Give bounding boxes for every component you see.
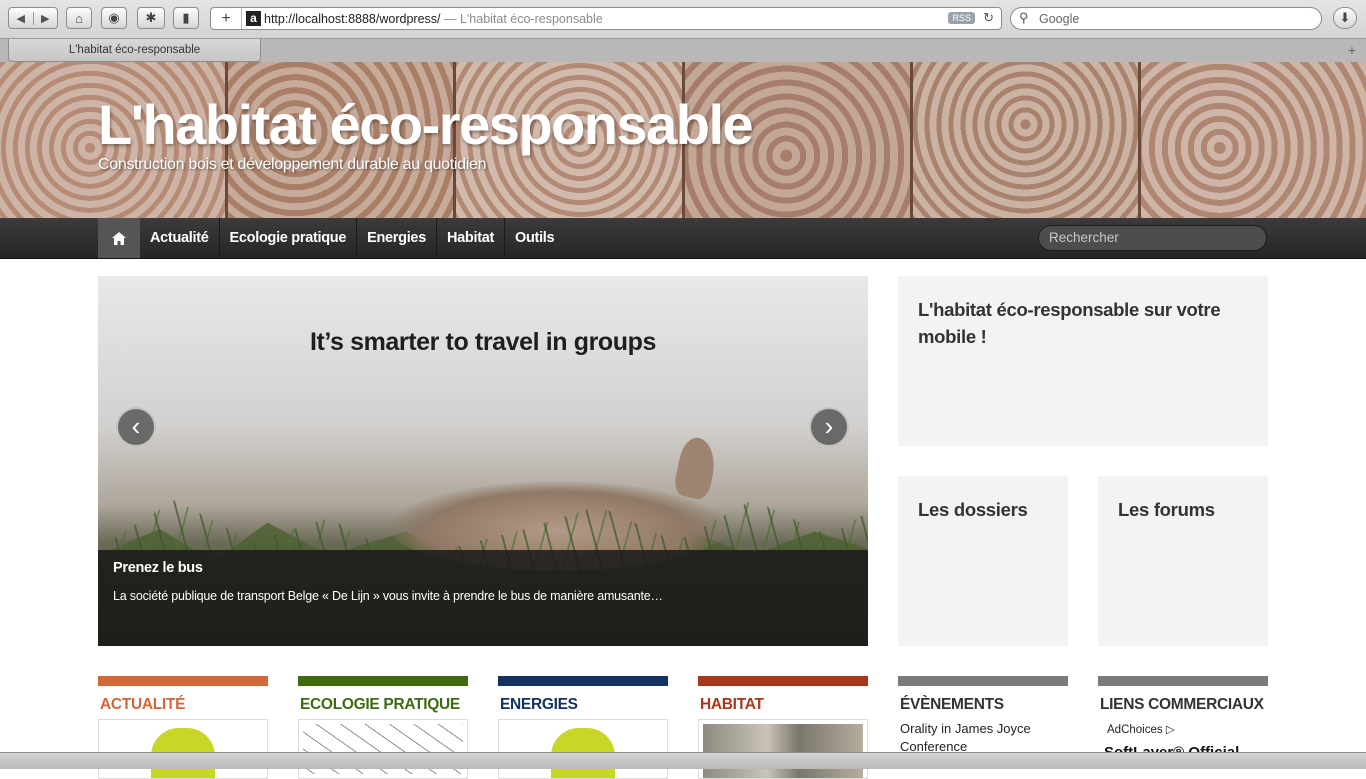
new-tab-icon[interactable]: +	[1348, 42, 1356, 58]
site-title[interactable]: L'habitat éco-responsable	[98, 92, 754, 157]
slider-next-button[interactable]: ›	[809, 407, 849, 447]
category-color-bar	[898, 676, 1068, 686]
category-liens-commerciaux: LIENS COMMERCIAUX AdChoices ▷ SoftLayer®…	[1098, 676, 1268, 761]
nav-home-button[interactable]	[98, 218, 140, 258]
category-evenements: ÉVÈNEMENTS Orality in James Joyce Confer…	[898, 676, 1068, 754]
shield-icon: ◉	[108, 10, 120, 25]
url-page-title: — L'habitat éco-responsable	[443, 12, 603, 26]
category-label: ÉVÈNEMENTS	[900, 696, 1004, 713]
back-forward-buttons[interactable]: ◀ ▶	[8, 7, 58, 29]
adchoices-icon: ▷	[1165, 724, 1175, 736]
home-button[interactable]: ⌂	[66, 7, 92, 29]
tab-strip: L'habitat éco-responsable +	[0, 38, 1366, 63]
category-label[interactable]: ACTUALITÉ	[98, 696, 268, 714]
category-color-bar	[298, 676, 468, 686]
downloads-button[interactable]: ⬇	[1333, 7, 1357, 29]
header-banner: L'habitat éco-responsable Construction b…	[0, 62, 1366, 218]
category-color-bar	[498, 676, 668, 686]
url-text[interactable]: http://localhost:8888/wordpress/ — L'hab…	[264, 12, 603, 26]
category-actualite: ACTUALITÉ	[98, 676, 268, 779]
category-thumbnail[interactable]	[698, 719, 868, 779]
site-search-input[interactable]: Rechercher	[1038, 225, 1267, 251]
home-icon	[112, 231, 126, 245]
category-ecologie-pratique: ECOLOGIE PRATIQUE	[298, 676, 468, 779]
nav-item-outils[interactable]: Outils	[505, 218, 564, 258]
toolbar-extension-button[interactable]: ◉	[101, 7, 127, 29]
forward-icon[interactable]: ▶	[34, 12, 58, 25]
category-thumbnail[interactable]	[98, 719, 268, 779]
adchoices-label: AdChoices	[1107, 724, 1163, 736]
category-label: LIENS COMMERCIAUX	[1100, 696, 1264, 713]
site-description: Construction bois et développement durab…	[98, 156, 487, 173]
address-bar[interactable]: + a http://localhost:8888/wordpress/ — L…	[210, 7, 1002, 30]
nav-item-ecologie-pratique[interactable]: Ecologie pratique	[220, 218, 358, 258]
category-energies: ENERGIES	[498, 676, 668, 779]
slide-caption-text: La société publique de transport Belge «…	[113, 589, 663, 603]
widget-dossiers-title[interactable]: Les dossiers	[918, 496, 1028, 523]
category-label[interactable]: ECOLOGIE PRATIQUE	[298, 696, 468, 714]
nav-item-energies[interactable]: Energies	[357, 218, 437, 258]
widget-forums: Les forums	[1098, 476, 1268, 646]
home-icon: ⌂	[75, 10, 83, 26]
browser-search-placeholder: Google	[1039, 12, 1080, 26]
search-icon: ⚲	[1019, 10, 1029, 25]
category-label[interactable]: ENERGIES	[498, 696, 668, 714]
category-thumbnail[interactable]	[498, 719, 668, 779]
browser-status-bar	[0, 752, 1366, 769]
browser-chrome: ◀ ▶ ⌂ ◉ ✱ ▮ + a http://localhost:8888/wo…	[0, 0, 1366, 63]
nav-item-actualite[interactable]: Actualité	[140, 218, 220, 258]
site-favicon: a	[246, 11, 261, 26]
category-color-bar	[1098, 676, 1268, 686]
category-habitat: HABITAT	[698, 676, 868, 779]
slide-caption-title[interactable]: Prenez le bus	[113, 560, 203, 576]
slide-caption: Prenez le bus La société publique de tra…	[98, 550, 868, 646]
slider-prev-button[interactable]: ‹	[116, 407, 156, 447]
book-icon: ▮	[182, 10, 190, 25]
bookmarks-button[interactable]: ▮	[173, 7, 199, 29]
bug-button[interactable]: ✱	[137, 7, 165, 29]
slide-image-headline: It’s smarter to travel in groups	[309, 328, 657, 356]
widget-mobile-title[interactable]: L'habitat éco-responsable sur votre mobi…	[918, 296, 1238, 350]
back-icon[interactable]: ◀	[9, 11, 34, 25]
category-thumbnail[interactable]	[298, 719, 468, 779]
featured-slider[interactable]: It’s smarter to travel in groups ‹ › Pre…	[98, 276, 868, 646]
add-bookmark-icon[interactable]: +	[211, 8, 242, 29]
widget-dossiers: Les dossiers	[898, 476, 1068, 646]
category-color-bar	[98, 676, 268, 686]
event-item[interactable]: Orality in James Joyce Conference	[900, 720, 1065, 756]
widget-forums-title[interactable]: Les forums	[1118, 496, 1215, 523]
widget-mobile: L'habitat éco-responsable sur votre mobi…	[898, 276, 1268, 446]
download-icon: ⬇	[1339, 10, 1351, 25]
url-value: http://localhost:8888/wordpress/	[264, 12, 441, 26]
nav-item-habitat[interactable]: Habitat	[437, 218, 506, 258]
browser-search-field[interactable]: ⚲ Google	[1010, 7, 1322, 30]
rss-badge[interactable]: RSS	[948, 12, 975, 24]
nav-menu: Actualité Ecologie pratique Energies Hab…	[140, 218, 564, 258]
category-label[interactable]: HABITAT	[698, 696, 868, 714]
reload-icon[interactable]: ↻	[983, 10, 994, 26]
adchoices-link[interactable]: AdChoices ▷	[1107, 722, 1175, 736]
tab-active[interactable]: L'habitat éco-responsable	[8, 39, 261, 62]
bug-icon: ✱	[145, 10, 157, 25]
category-color-bar	[698, 676, 868, 686]
